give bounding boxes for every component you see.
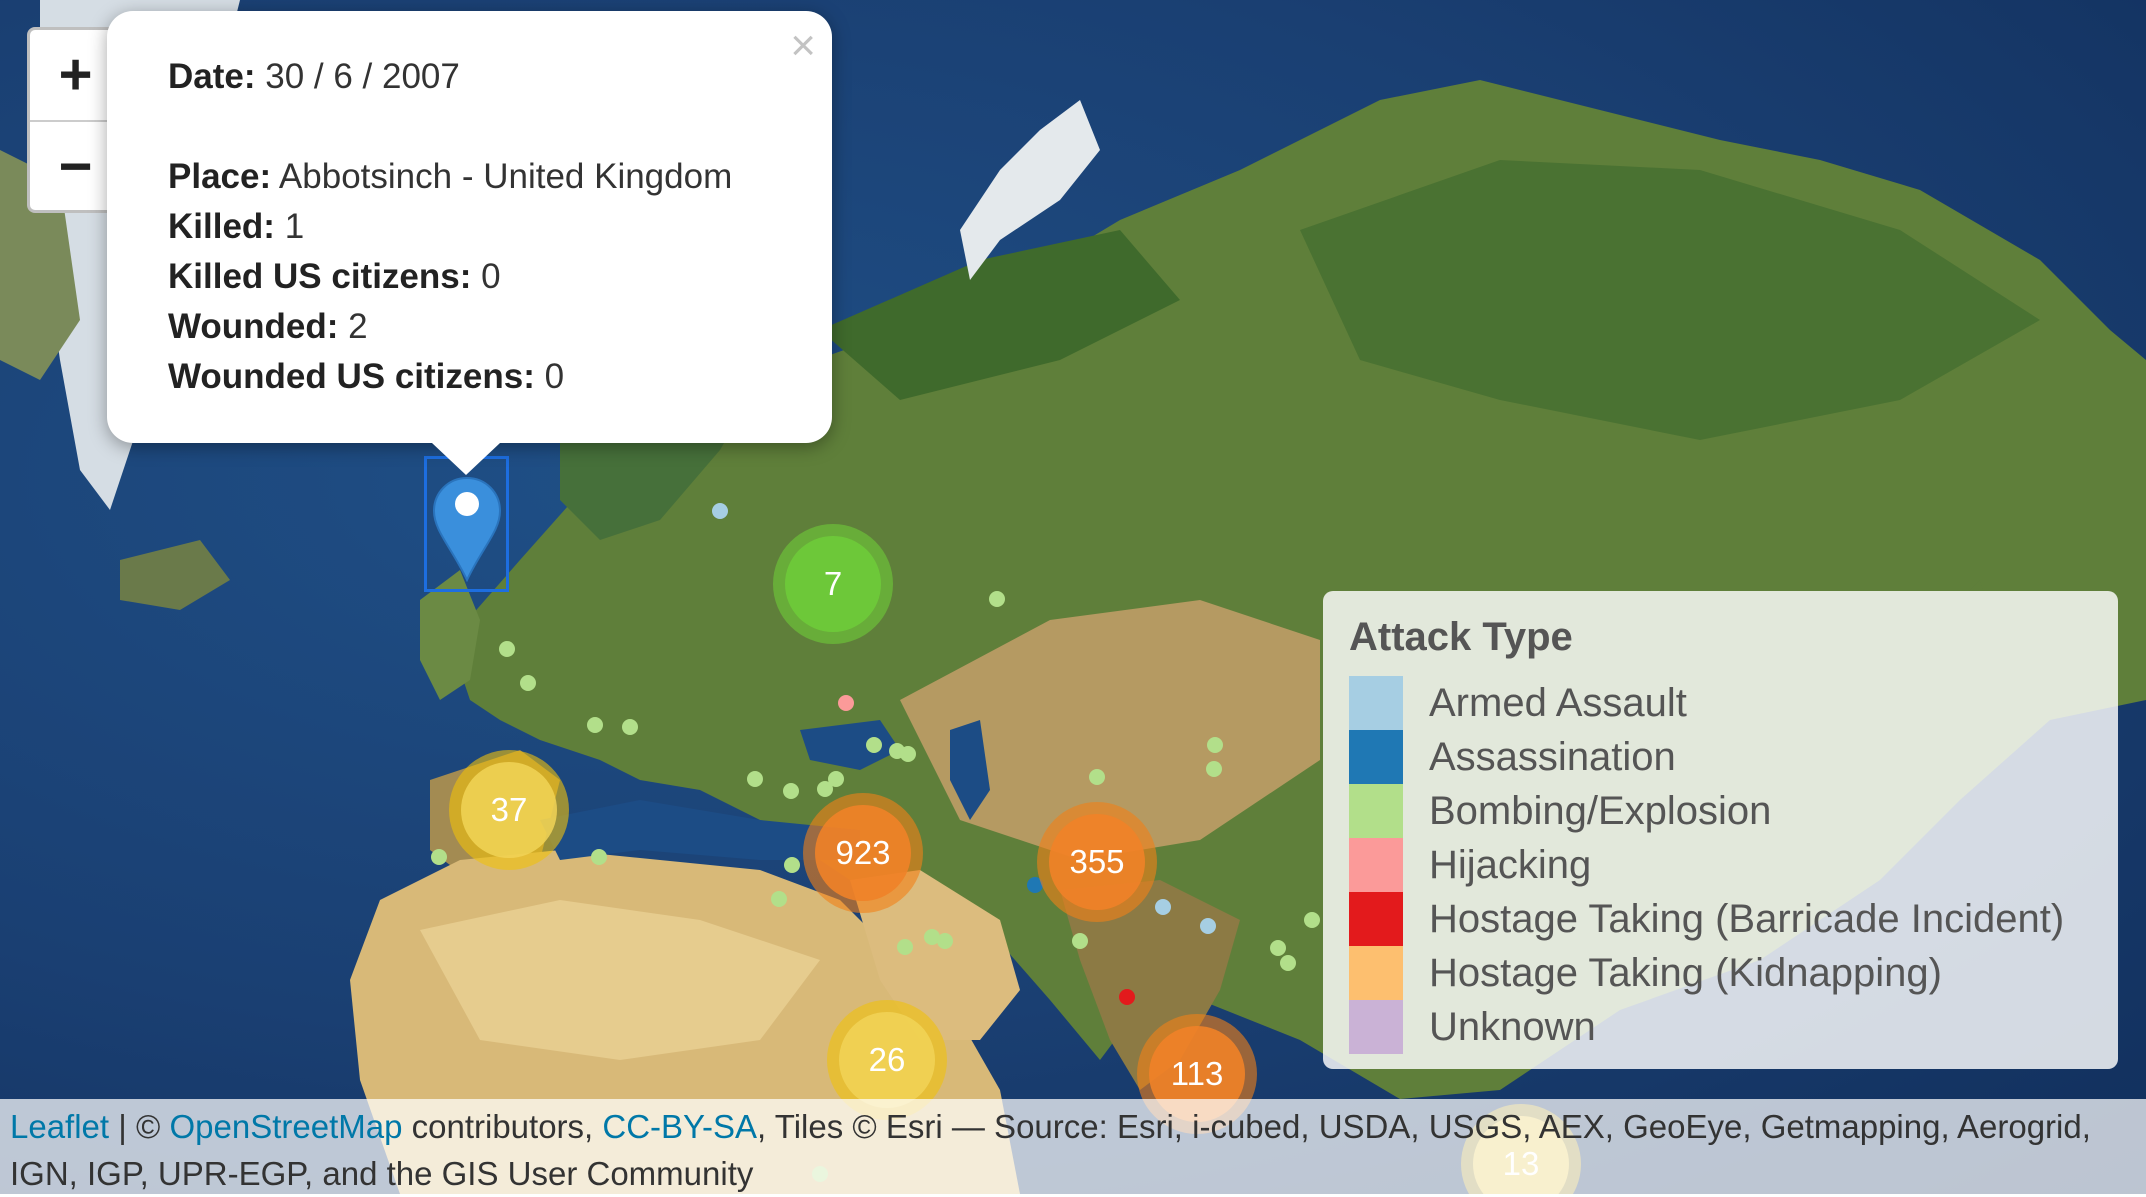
incident-marker[interactable] <box>784 857 800 873</box>
incident-marker[interactable] <box>1155 899 1171 915</box>
popup-wounded-us-label: Wounded US citizens: <box>168 357 535 396</box>
popup-place-label: Place: <box>168 157 272 196</box>
popup-wounded-label: Wounded: <box>168 307 339 346</box>
close-icon[interactable]: × <box>790 21 816 71</box>
cluster-count: 37 <box>461 762 557 858</box>
map-pin-icon[interactable] <box>432 476 502 582</box>
cluster-count: 7 <box>785 536 881 632</box>
legend-swatch <box>1349 838 1403 892</box>
incident-marker[interactable] <box>431 849 447 865</box>
popup-killed-us-value: 0 <box>481 257 501 296</box>
popup-killed-row: Killed: 1 <box>168 207 792 247</box>
cluster-count: 355 <box>1049 814 1145 910</box>
incident-marker[interactable] <box>1089 769 1105 785</box>
legend-item: Assassination <box>1349 730 2092 784</box>
legend-swatch <box>1349 676 1403 730</box>
popup-wounded-row: Wounded: 2 <box>168 307 792 347</box>
popup-place-row: Place: Abbotsinch - United Kingdom <box>168 157 792 197</box>
cluster-marker[interactable]: 355 <box>1037 802 1157 922</box>
cluster-count: 923 <box>815 805 911 901</box>
incident-marker[interactable] <box>900 746 916 762</box>
legend-label: Assassination <box>1429 734 1676 779</box>
legend-swatch <box>1349 892 1403 946</box>
legend-label: Hostage Taking (Kidnapping) <box>1429 950 1942 995</box>
cluster-marker[interactable]: 7 <box>773 524 893 644</box>
incident-marker[interactable] <box>1119 989 1135 1005</box>
popup-killed-us-row: Killed US citizens: 0 <box>168 257 792 297</box>
popup-wounded-value: 2 <box>348 307 368 346</box>
incident-marker[interactable] <box>520 675 536 691</box>
incident-marker[interactable] <box>499 641 515 657</box>
openstreetmap-link[interactable]: OpenStreetMap <box>170 1108 403 1145</box>
legend-swatch <box>1349 730 1403 784</box>
incident-marker[interactable] <box>1207 737 1223 753</box>
incident-marker[interactable] <box>747 771 763 787</box>
popup-date-row: Date: 30 / 6 / 2007 <box>168 57 792 97</box>
incident-marker[interactable] <box>1206 761 1222 777</box>
incident-marker[interactable] <box>771 891 787 907</box>
incident-marker[interactable] <box>712 503 728 519</box>
legend-item: Unknown <box>1349 1000 2092 1054</box>
attribution: Leaflet | © OpenStreetMap contributors, … <box>0 1099 2146 1194</box>
legend-item: Hijacking <box>1349 838 2092 892</box>
incident-marker[interactable] <box>838 695 854 711</box>
incident-marker[interactable] <box>783 783 799 799</box>
legend-item: Armed Assault <box>1349 676 2092 730</box>
incident-marker[interactable] <box>1270 940 1286 956</box>
legend-item: Hostage Taking (Kidnapping) <box>1349 946 2092 1000</box>
attribution-contributors: contributors, <box>402 1108 603 1145</box>
legend-swatch <box>1349 1000 1403 1054</box>
popup-killed-label: Killed: <box>168 207 275 246</box>
legend-label: Hostage Taking (Barricade Incident) <box>1429 896 2065 941</box>
legend-item: Bombing/Explosion <box>1349 784 2092 838</box>
popup-wounded-us-value: 0 <box>544 357 565 396</box>
legend-title: Attack Type <box>1349 615 1573 659</box>
incident-popup: × Date: 30 / 6 / 2007 Place: Abbotsinch … <box>107 11 832 443</box>
cluster-marker[interactable]: 37 <box>449 750 569 870</box>
popup-killed-us-label: Killed US citizens: <box>168 257 472 296</box>
cluster-marker[interactable]: 923 <box>803 793 923 913</box>
legend-label: Bombing/Explosion <box>1429 788 1772 833</box>
incident-marker[interactable] <box>989 591 1005 607</box>
incident-marker[interactable] <box>1304 912 1320 928</box>
incident-marker[interactable] <box>828 771 844 787</box>
incident-marker[interactable] <box>897 939 913 955</box>
popup-date-label: Date: <box>168 57 256 96</box>
incident-marker[interactable] <box>622 719 638 735</box>
incident-marker[interactable] <box>591 849 607 865</box>
legend: Attack Type Armed Assault Assassination … <box>1323 591 2118 1069</box>
popup-wounded-us-row: Wounded US citizens: 0 <box>168 357 792 397</box>
popup-date-value: 30 / 6 / 2007 <box>265 57 460 96</box>
legend-label: Hijacking <box>1429 842 1592 887</box>
leaflet-link[interactable]: Leaflet <box>10 1108 109 1145</box>
legend-label: Unknown <box>1429 1004 1596 1049</box>
legend-label: Armed Assault <box>1429 680 1687 725</box>
popup-place-value: Abbotsinch - United Kingdom <box>278 157 733 196</box>
incident-marker[interactable] <box>1200 918 1216 934</box>
license-link[interactable]: CC-BY-SA <box>602 1108 757 1145</box>
legend-swatch <box>1349 946 1403 1000</box>
incident-marker[interactable] <box>1072 933 1088 949</box>
cluster-count: 26 <box>839 1012 935 1108</box>
legend-swatch <box>1349 784 1403 838</box>
legend-item: Hostage Taking (Barricade Incident) <box>1349 892 2092 946</box>
incident-marker[interactable] <box>866 737 882 753</box>
popup-killed-value: 1 <box>284 207 305 246</box>
incident-marker[interactable] <box>1280 955 1296 971</box>
incident-marker[interactable] <box>587 717 603 733</box>
attribution-separator: | © <box>109 1108 170 1145</box>
popup-tip <box>432 443 500 475</box>
incident-marker[interactable] <box>937 933 953 949</box>
